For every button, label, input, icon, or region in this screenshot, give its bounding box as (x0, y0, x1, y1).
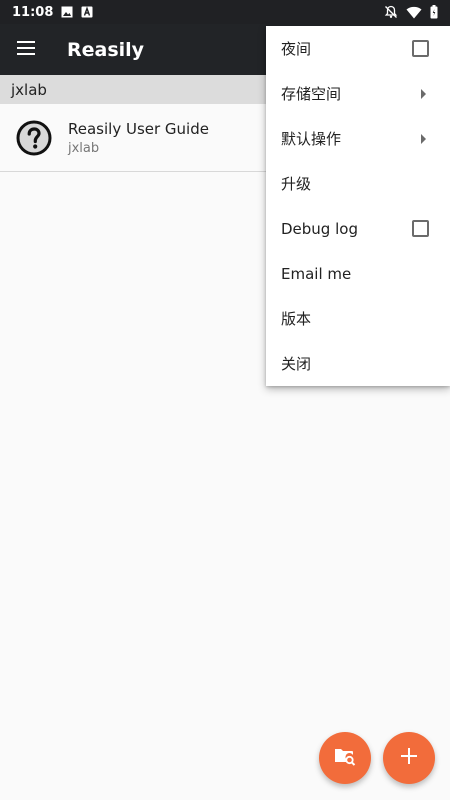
folder-search-icon (334, 746, 356, 770)
menu-item-version[interactable]: 版本 (266, 296, 450, 341)
app-title: Reasily (67, 38, 145, 61)
menu-item-close[interactable]: 关闭 (266, 341, 450, 386)
menu-item-label: 版本 (281, 310, 312, 328)
hamburger-menu-icon (17, 40, 35, 59)
clock: 11:08 (12, 4, 54, 20)
menu-item-label: 存储空间 (281, 85, 342, 103)
submenu-arrow-icon (421, 88, 426, 99)
add-fab[interactable] (383, 732, 435, 784)
status-bar: 11:08 (0, 0, 450, 24)
menu-item-label: 夜间 (281, 40, 312, 58)
status-bar-left: 11:08 (12, 5, 93, 20)
night-mode-checkbox[interactable] (412, 40, 429, 57)
search-folder-fab[interactable] (319, 732, 371, 784)
overflow-menu: 夜间 存储空间 默认操作 升级 Debug log Email me 版本 关闭 (266, 26, 450, 386)
plus-icon (401, 748, 417, 768)
menu-item-email[interactable]: Email me (266, 251, 450, 296)
a-icon (81, 6, 93, 18)
menu-item-upgrade[interactable]: 升级 (266, 161, 450, 206)
menu-item-default-action[interactable]: 默认操作 (266, 116, 450, 161)
menu-item-label: 默认操作 (281, 130, 342, 148)
menu-item-debug-log[interactable]: Debug log (266, 206, 450, 251)
battery-icon (430, 5, 438, 19)
wifi-icon (406, 6, 422, 19)
notifications-off-icon (384, 5, 398, 19)
status-bar-right (384, 5, 438, 19)
debug-log-checkbox[interactable] (412, 220, 429, 237)
submenu-arrow-icon (421, 133, 426, 144)
list-item-title: Reasily User Guide (68, 119, 209, 138)
navigation-drawer-button[interactable] (0, 24, 52, 75)
menu-item-label: 升级 (281, 175, 312, 193)
menu-item-label: Email me (281, 264, 352, 283)
menu-item-label: Debug log (281, 219, 358, 238)
menu-item-label: 关闭 (281, 355, 312, 373)
list-item-subtitle: jxlab (68, 140, 100, 156)
help-circle-icon (0, 120, 68, 156)
image-icon (61, 6, 73, 18)
menu-item-night[interactable]: 夜间 (266, 26, 450, 71)
menu-item-storage[interactable]: 存储空间 (266, 71, 450, 116)
list-item-text: Reasily User Guide jxlab (68, 120, 209, 156)
